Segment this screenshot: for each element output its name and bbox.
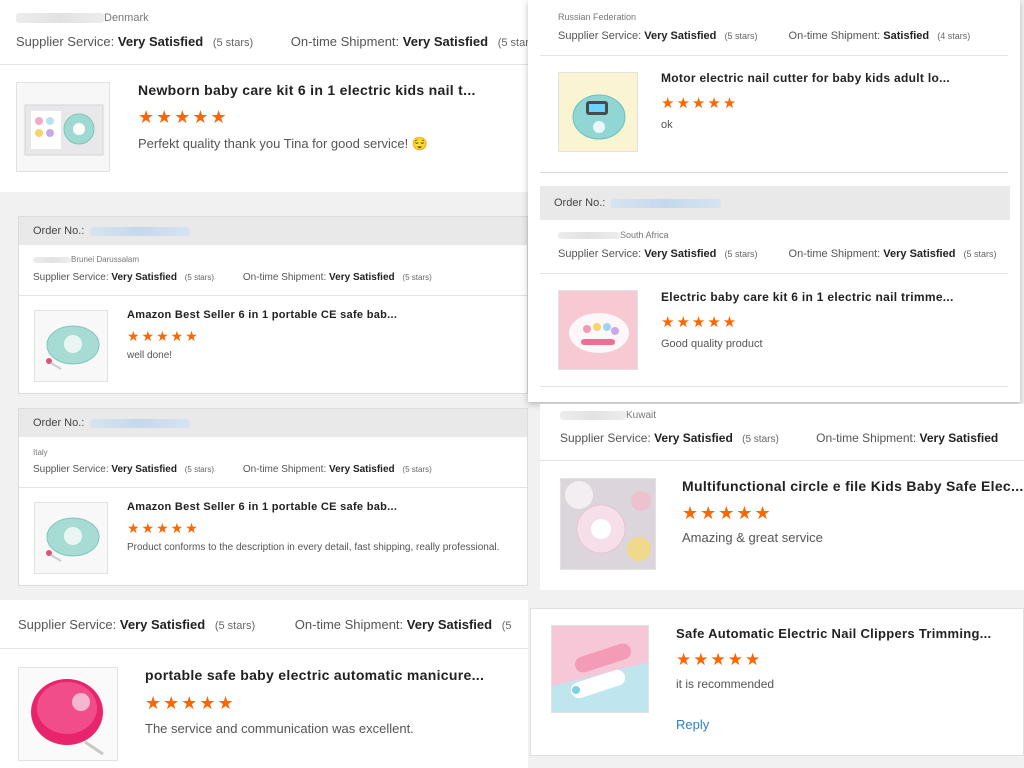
order-number-bar: Order No.: [19,409,527,437]
product-title[interactable]: Amazon Best Seller 6 in 1 portable CE sa… [127,501,397,513]
star-rating: ★★★★★ [661,95,739,112]
product-title[interactable]: Motor electric nail cutter for baby kids… [661,71,950,85]
review-comment: well done! [127,350,173,361]
product-title[interactable]: Multifunctional circle e file Kids Baby … [682,478,1024,494]
review-comment: it is recommended [676,677,775,691]
service-ratings: Supplier Service: Very Satisfied (5 star… [558,30,971,42]
review-comment: Product conforms to the description in e… [127,542,500,553]
divider [19,487,527,488]
review-card-denmark: Denmark Supplier Service: Very Satisfied… [0,0,528,192]
pink-manicure-image [19,668,117,760]
product-title[interactable]: Amazon Best Seller 6 in 1 portable CE sa… [127,309,397,321]
electric-clipper-image [552,626,648,712]
product-thumbnail[interactable] [34,502,108,574]
star-rating: ★★★★★ [682,503,773,523]
star-rating: ★★★★★ [661,314,739,331]
service-ratings: Supplier Service: Very Satisfied (5 star… [33,464,432,475]
review-card-kuwait: Kuwait Supplier Service: Very Satisfied … [540,404,1024,590]
order-number-bar: Order No.: [540,186,1010,220]
divider [540,386,1008,387]
product-thumbnail[interactable] [560,478,656,570]
divider [540,460,1024,461]
star-rating: ★★★★★ [127,520,200,536]
product-thumbnail[interactable] [34,310,108,382]
service-ratings: Supplier Service: Very Satisfied (5 star… [560,431,999,445]
divider [540,55,1008,56]
buyer-country: South Africa [558,230,669,240]
product-title[interactable]: portable safe baby electric automatic ma… [145,667,484,683]
star-rating: ★★★★★ [127,328,200,344]
circle-file-image [561,479,655,569]
product-thumbnail[interactable] [18,667,118,761]
star-rating: ★★★★★ [145,693,236,713]
reply-link[interactable]: Reply [676,717,709,732]
motor-nail-cutter-image [559,73,637,151]
buyer-country: Brunei Darussalam [33,255,139,264]
buyer-country: Russian Federation [558,12,637,22]
star-rating: ★★★★★ [676,650,763,669]
review-card-brunei: Order No.: Brunei Darussalam Supplier Se… [18,216,528,394]
divider [540,273,1008,274]
review-comment: Amazing & great service [682,530,823,545]
service-ratings: Supplier Service: Very Satisfied (5 star… [18,617,512,632]
product-thumbnail[interactable] [16,82,110,172]
buyer-country: Italy [33,448,48,457]
pink-care-kit-image [559,291,637,369]
review-card-manicure: Supplier Service: Very Satisfied (5 star… [0,600,528,768]
buyer-country: Denmark [16,12,149,24]
service-ratings: Supplier Service: Very Satisfied (5 star… [558,248,997,260]
divider [0,648,528,649]
divider [540,172,1008,173]
buyer-country: Kuwait [560,410,656,421]
product-thumbnail[interactable] [558,290,638,370]
star-rating: ★★★★★ [138,107,229,127]
nail-trimmer-image [35,503,107,573]
review-comment: Good quality product [661,338,763,350]
divider [19,295,527,296]
review-card-clippers: Safe Automatic Electric Nail Clippers Tr… [530,608,1024,756]
product-thumbnail[interactable] [551,625,649,713]
review-comment: ok [661,119,673,131]
review-comment: The service and communication was excell… [145,721,414,736]
order-number-bar: Order No.: [19,217,527,245]
service-ratings: Supplier Service: Very Satisfied (5 star… [33,272,432,283]
nail-trimmer-image [35,311,107,381]
product-title[interactable]: Electric baby care kit 6 in 1 electric n… [661,290,954,304]
nail-kit-box-image [17,83,109,171]
divider [0,64,528,65]
review-comment: Perfekt quality thank you Tina for good … [138,136,429,151]
product-title[interactable]: Safe Automatic Electric Nail Clippers Tr… [676,626,991,641]
service-ratings: Supplier Service: Very Satisfied (5 star… [16,34,528,49]
review-card-italy: Order No.: Italy Supplier Service: Very … [18,408,528,586]
review-panel-right: Russian Federation Supplier Service: Ver… [528,0,1020,402]
product-title[interactable]: Newborn baby care kit 6 in 1 electric ki… [138,82,476,98]
product-thumbnail[interactable] [558,72,638,152]
